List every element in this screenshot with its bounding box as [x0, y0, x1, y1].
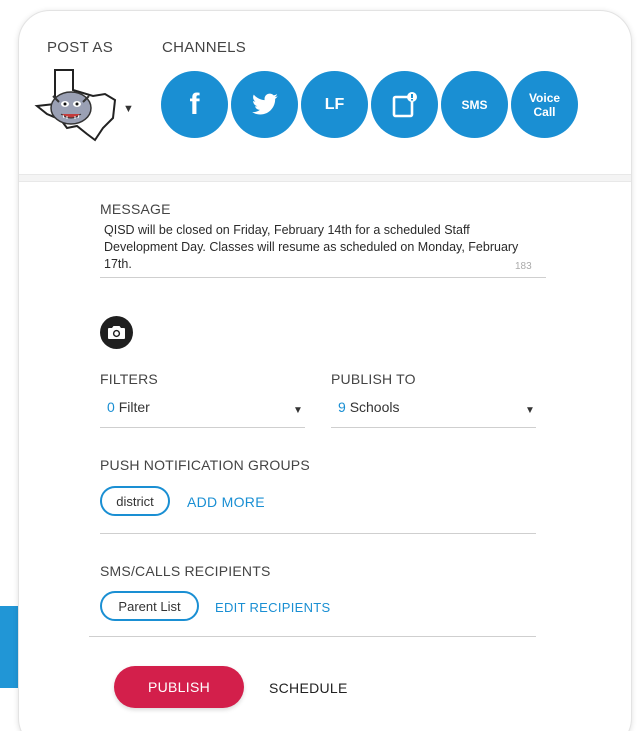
- camera-icon: [108, 326, 125, 339]
- twitter-icon: [251, 93, 278, 114]
- channel-sms-button[interactable]: SMS: [441, 71, 508, 138]
- sms-icon: SMS: [461, 97, 488, 112]
- filters-underline: [100, 427, 305, 428]
- channel-app-notification-button[interactable]: [371, 71, 438, 138]
- bulldog-logo-icon: [34, 69, 117, 142]
- push-groups-underline: [100, 533, 536, 534]
- message-char-count: 183: [515, 261, 532, 272]
- message-textarea[interactable]: QISD will be closed on Friday, February …: [104, 222, 524, 273]
- post-as-label: POST AS: [47, 39, 114, 56]
- channels-label: CHANNELS: [162, 39, 247, 56]
- facebook-icon: f: [189, 87, 200, 121]
- channel-voice-call-button[interactable]: Voice Call: [511, 71, 578, 138]
- push-group-chip[interactable]: district: [100, 486, 170, 516]
- channels-row: f LF SMS Voice Call: [161, 71, 578, 138]
- publish-to-underline: [331, 427, 536, 428]
- voice-call-icon: Voice Call: [529, 91, 560, 119]
- sms-recipient-chip[interactable]: Parent List: [100, 591, 199, 621]
- avatar[interactable]: [33, 66, 119, 146]
- lf-icon: LF: [324, 95, 345, 113]
- sms-recipients-underline: [89, 636, 536, 637]
- camera-button[interactable]: [100, 316, 133, 349]
- section-divider: [19, 174, 631, 182]
- add-more-link[interactable]: ADD MORE: [187, 494, 265, 510]
- compose-card: POST AS CHANNELS ▼ f LF SMS Voice Call M…: [18, 10, 632, 731]
- filters-label: FILTERS: [100, 371, 158, 387]
- voice-call-label-line1: Voice: [528, 90, 561, 105]
- channel-lf-button[interactable]: LF: [301, 71, 368, 138]
- post-as-chevron-down-icon[interactable]: ▼: [123, 103, 134, 115]
- sms-recipients-label: SMS/CALLS RECIPIENTS: [100, 563, 271, 579]
- publish-to-label: PUBLISH TO: [331, 371, 416, 387]
- voice-call-label-line2: Call: [533, 104, 556, 119]
- filters-chevron-down-icon[interactable]: ▼: [293, 405, 303, 416]
- publish-to-chevron-down-icon[interactable]: ▼: [525, 405, 535, 416]
- channel-facebook-button[interactable]: f: [161, 71, 228, 138]
- message-underline: [100, 277, 546, 278]
- publish-to-value: Schools: [349, 399, 400, 415]
- filters-count: 0: [107, 399, 115, 415]
- channel-twitter-button[interactable]: [231, 71, 298, 138]
- schedule-button[interactable]: SCHEDULE: [269, 680, 348, 696]
- filters-dropdown[interactable]: 0 Filter: [107, 399, 150, 415]
- edit-recipients-link[interactable]: EDIT RECIPIENTS: [215, 600, 331, 615]
- side-tab: [0, 606, 18, 688]
- push-groups-label: PUSH NOTIFICATION GROUPS: [100, 457, 310, 473]
- filters-value: Filter: [118, 399, 150, 415]
- message-label: MESSAGE: [100, 201, 171, 217]
- app-notification-icon: [392, 91, 417, 117]
- publish-to-dropdown[interactable]: 9 Schools: [338, 399, 400, 415]
- publish-button[interactable]: PUBLISH: [114, 666, 244, 708]
- publish-to-count: 9: [338, 399, 346, 415]
